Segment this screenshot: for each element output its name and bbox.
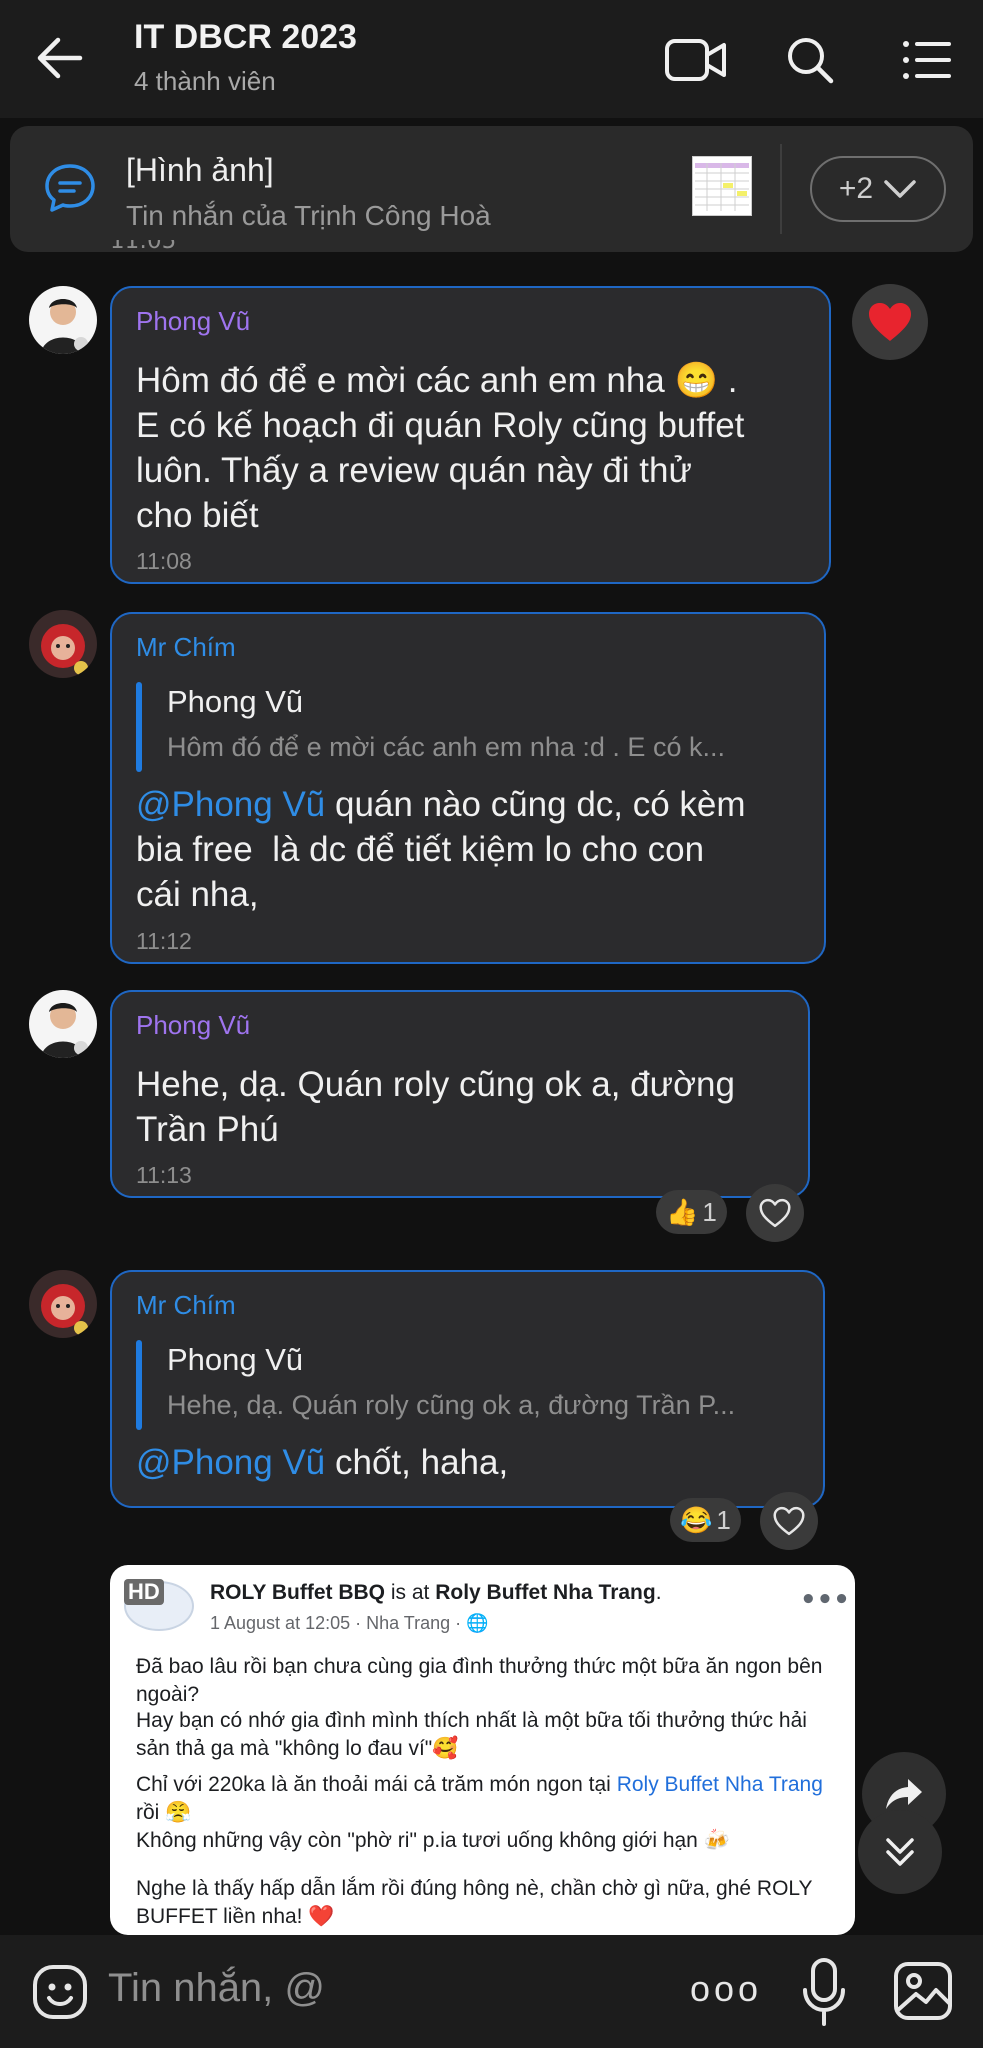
- member-count[interactable]: 4 thành viên: [134, 66, 276, 97]
- heart-icon: [869, 303, 911, 341]
- pinned-thumbnail[interactable]: [692, 156, 752, 216]
- post-paragraph: Không những vậy còn "phờ ri" p.ia tươi u…: [136, 1829, 730, 1852]
- message-line: chốt, haha,: [325, 1443, 509, 1482]
- quote-bar: [136, 682, 142, 772]
- heart-outline-icon: [773, 1506, 805, 1536]
- message-line: Hôm đó để e mời các anh em nha 😁 .: [136, 361, 738, 400]
- post-place: Roly Buffet Nha Trang: [435, 1581, 656, 1604]
- menu-list-icon[interactable]: [894, 28, 958, 92]
- emoji-icon[interactable]: [30, 1962, 90, 2022]
- quote-text[interactable]: Hôm đó để e mời các anh em nha :d . E có…: [167, 732, 807, 763]
- message-bubble[interactable]: Mr Chím Phong Vũ Hôm đó để e mời các anh…: [110, 612, 826, 964]
- post-more-icon: •••: [800, 1585, 850, 1615]
- message-input[interactable]: Tin nhắn, @: [108, 1966, 325, 2011]
- message-bubble[interactable]: Mr Chím Phong Vũ Hehe, dạ. Quán roly cũn…: [110, 1270, 825, 1508]
- image-gallery-icon[interactable]: [892, 1960, 954, 2022]
- quote-text[interactable]: Hehe, dạ. Quán roly cũng ok a, đường Trầ…: [167, 1390, 807, 1421]
- message-line: cái nha,: [136, 875, 259, 914]
- message-time: 11:13: [136, 1162, 192, 1188]
- share-arrow-icon: [886, 1779, 922, 1809]
- sender-name[interactable]: Phong Vũ: [136, 306, 250, 337]
- shared-post-image[interactable]: HD ROLY Buffet BBQ is at Roly Buffet Nha…: [110, 1565, 855, 1935]
- hd-badge: HD: [124, 1579, 164, 1605]
- mention-link[interactable]: @Phong Vũ: [136, 1443, 325, 1482]
- message-text: @Phong Vũ chốt, haha,: [136, 1440, 508, 1485]
- sender-name[interactable]: Mr Chím: [136, 632, 236, 663]
- post-period: .: [655, 1581, 662, 1604]
- reaction-summary[interactable]: 👍 1: [656, 1190, 727, 1234]
- pinned-subtitle: Tin nhắn của Trịnh Công Hoà: [126, 200, 491, 231]
- react-heart-button[interactable]: [746, 1184, 804, 1242]
- chevron-down-icon: [884, 180, 916, 198]
- search-icon[interactable]: [778, 28, 842, 92]
- microphone-icon[interactable]: [800, 1956, 848, 2028]
- message-bubble[interactable]: Phong Vũ Hehe, dạ. Quán roly cũng ok a, …: [110, 990, 810, 1198]
- laugh-icon: 😂: [680, 1504, 713, 1535]
- message-line: cho biết: [136, 496, 259, 535]
- post-is-at: is at: [385, 1581, 436, 1604]
- post-text: Chỉ với 220ka là ăn thoải mái cả trăm mó…: [136, 1773, 617, 1796]
- message-line: quán nào cũng dc, có kèm: [325, 785, 746, 824]
- avatar[interactable]: [29, 610, 97, 678]
- double-chevron-down-icon: [886, 1838, 914, 1866]
- reaction-count: 1: [716, 1504, 731, 1535]
- post-meta: 1 August at 12:05 · Nha Trang · 🌐: [210, 1613, 489, 1633]
- video-call-icon[interactable]: [664, 28, 728, 92]
- heart-outline-icon: [759, 1198, 791, 1228]
- message-text: Hôm đó để e mời các anh em nha 😁 . E có …: [136, 358, 744, 538]
- message-line: Hehe, dạ. Quán roly cũng ok a, đường: [136, 1065, 735, 1104]
- avatar[interactable]: [29, 1270, 97, 1338]
- message-bubble[interactable]: Phong Vũ Hôm đó để e mời các anh em nha …: [110, 286, 831, 584]
- quote-sender[interactable]: Phong Vũ: [167, 1342, 303, 1378]
- thumbs-up-icon: 👍: [666, 1196, 699, 1227]
- message-line: E có kế hoạch đi quán Roly cũng buffet: [136, 406, 745, 445]
- chat-bubble-icon: [42, 160, 98, 216]
- reaction-count: 1: [702, 1196, 717, 1227]
- scroll-down-button[interactable]: [858, 1810, 942, 1894]
- post-paragraph: Đã bao lâu rồi bạn chưa cùng gia đình th…: [136, 1655, 823, 1706]
- avatar[interactable]: [29, 286, 97, 354]
- message-time: 11:08: [136, 548, 192, 574]
- post-paragraph: Hay bạn có nhớ gia đình mình thích nhất …: [136, 1709, 807, 1760]
- reaction-summary[interactable]: 😂 1: [670, 1498, 741, 1542]
- pinned-title: [Hình ảnh]: [126, 152, 274, 188]
- chat-title[interactable]: IT DBCR 2023: [134, 18, 357, 57]
- avatar[interactable]: [29, 990, 97, 1058]
- sender-name[interactable]: Phong Vũ: [136, 1010, 250, 1041]
- post-link: Roly Buffet Nha Trang: [616, 1773, 823, 1796]
- divider: [780, 144, 782, 234]
- message-time: 11:12: [136, 928, 192, 954]
- message-text: Hehe, dạ. Quán roly cũng ok a, đường Trầ…: [136, 1062, 735, 1152]
- quote-bar: [136, 1340, 142, 1430]
- quote-sender[interactable]: Phong Vũ: [167, 684, 303, 720]
- previous-time-fragment: 11:05: [110, 240, 177, 254]
- post-paragraph: Nghe là thấy hấp dẫn lắm rồi đúng hông n…: [136, 1877, 813, 1928]
- back-arrow-icon[interactable]: [30, 28, 90, 88]
- pinned-more-button[interactable]: +2: [810, 156, 946, 222]
- message-line: luôn. Thấy a review quán này đi thử: [136, 451, 692, 490]
- more-options-icon[interactable]: ooo: [690, 1968, 762, 2010]
- post-header: ROLY Buffet BBQ is at Roly Buffet Nha Tr…: [210, 1581, 662, 1605]
- message-line: Trần Phú: [136, 1110, 279, 1149]
- message-text: @Phong Vũ quán nào cũng dc, có kèm bia f…: [136, 782, 746, 917]
- react-heart-button[interactable]: [760, 1492, 818, 1550]
- mention-link[interactable]: @Phong Vũ: [136, 785, 325, 824]
- pinned-message-bar[interactable]: [Hình ảnh] Tin nhắn của Trịnh Công Hoà +…: [10, 126, 973, 252]
- post-page-name: ROLY Buffet BBQ: [210, 1581, 386, 1604]
- message-line: bia free là dc để tiết kiệm lo cho con: [136, 830, 705, 869]
- pinned-more-count: +2: [838, 172, 874, 205]
- post-text: rồi 😤: [136, 1801, 192, 1824]
- post-paragraph: Chỉ với 220ka là ăn thoải mái cả trăm mó…: [136, 1771, 836, 1827]
- reaction-button[interactable]: [852, 284, 928, 360]
- sender-name[interactable]: Mr Chím: [136, 1290, 236, 1321]
